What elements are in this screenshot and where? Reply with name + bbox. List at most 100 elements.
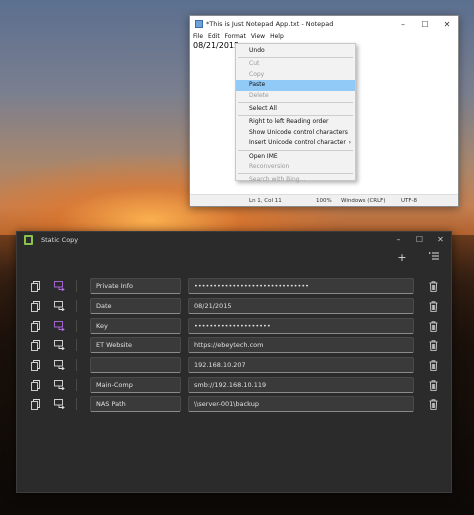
context-menu-item-label: Cut — [249, 60, 260, 68]
context-menu-item-label: Undo — [249, 47, 265, 54]
menu-format[interactable]: Format — [225, 33, 246, 40]
static-copy-window: Static Copy – ☐ ✕ + Private Info ••••••••… — [16, 231, 452, 493]
menu-edit[interactable]: Edit — [208, 33, 220, 40]
context-menu-item[interactable]: Paste — [236, 80, 355, 91]
trash-icon[interactable] — [427, 299, 439, 313]
minimize-icon[interactable]: – — [392, 16, 414, 32]
minimize-icon[interactable]: – — [388, 232, 409, 248]
context-menu-item[interactable]: Open IME — [236, 152, 355, 162]
copy-icon[interactable] — [29, 397, 41, 411]
list-menu-icon[interactable] — [427, 251, 441, 265]
menu-file[interactable]: File — [193, 33, 203, 40]
entry-row: NAS Path \\server-001\backup — [17, 396, 453, 412]
close-icon[interactable]: ✕ — [430, 232, 451, 248]
context-menu-item[interactable]: Select All — [236, 104, 355, 114]
row-divider — [76, 320, 77, 332]
entry-value-field[interactable]: 192.168.10.207 — [188, 357, 414, 373]
copy-icon[interactable] — [29, 279, 41, 293]
trash-icon[interactable] — [427, 358, 439, 372]
entry-label-field[interactable] — [90, 357, 181, 373]
entry-row: Main-Comp smb://192.168.10.119 — [17, 377, 453, 393]
send-to-window-icon[interactable] — [53, 378, 65, 392]
notepad-statusbar: Ln 1, Col 11 100% Windows (CRLF) UTF-8 — [190, 194, 458, 206]
plus-icon[interactable]: + — [395, 251, 409, 265]
context-menu-item-label: Open IME — [249, 152, 278, 160]
menu-separator — [238, 149, 353, 151]
notepad-menubar: File Edit Format View Help — [190, 32, 458, 41]
copy-icon[interactable] — [29, 378, 41, 392]
maximize-icon[interactable]: ☐ — [409, 232, 430, 248]
context-menu-item: Search with Bing... — [236, 175, 355, 185]
entry-row: Key •••••••••••••••••••• — [17, 318, 453, 334]
menu-separator — [238, 173, 353, 175]
context-menu-item-label: Paste — [249, 81, 266, 89]
context-menu-item[interactable]: Right to left Reading order — [236, 117, 355, 127]
static-copy-title: Static Copy — [41, 235, 79, 244]
copy-icon[interactable] — [29, 299, 41, 313]
trash-icon[interactable] — [427, 319, 439, 333]
menu-separator — [238, 57, 353, 59]
entry-label-field[interactable]: ET Website — [90, 337, 181, 353]
static-copy-logo-icon — [24, 234, 33, 245]
edit-context-menu: Undo Cut Copy Paste Delete Select All Right to… — [235, 43, 356, 183]
row-divider — [76, 359, 77, 371]
trash-icon[interactable] — [427, 378, 439, 392]
trash-icon[interactable] — [427, 279, 439, 293]
entry-label-field[interactable]: Private Info — [90, 278, 181, 294]
status-position: Ln 1, Col 11 — [249, 197, 282, 204]
context-menu-item-label: Show Unicode control characters — [249, 128, 348, 136]
trash-icon[interactable] — [427, 397, 439, 411]
menu-help[interactable]: Help — [270, 33, 284, 40]
send-to-window-icon[interactable] — [53, 299, 65, 313]
send-to-window-icon[interactable] — [53, 397, 65, 411]
entry-value-field[interactable]: \\server-001\backup — [188, 396, 414, 412]
entry-row: ET Website https://ebeytech.com — [17, 337, 453, 353]
notepad-title: *This is Just Notepad App.txt - Notepad — [206, 20, 334, 28]
copy-icon[interactable] — [29, 338, 41, 352]
row-divider — [76, 379, 77, 391]
context-menu-item-label: Insert Unicode control character — [249, 139, 346, 147]
status-encoding: UTF-8 — [401, 197, 418, 204]
context-menu-item-label: Copy — [249, 70, 265, 78]
notepad-titlebar[interactable]: *This is Just Notepad App.txt - Notepad … — [190, 16, 458, 32]
row-divider — [76, 339, 77, 351]
context-menu-item-label: Right to left Reading order — [249, 118, 329, 126]
send-to-window-icon[interactable] — [53, 338, 65, 352]
copy-icon[interactable] — [29, 319, 41, 333]
entry-label-field[interactable]: Key — [90, 318, 181, 334]
entry-row: Date 08/21/2015 — [17, 298, 453, 314]
row-divider — [76, 300, 77, 312]
menu-separator — [238, 115, 353, 117]
context-menu-item-label: Delete — [249, 91, 269, 99]
context-menu-item[interactable]: Show Unicode control characters — [236, 128, 355, 138]
context-menu-item-label: Reconversion — [249, 162, 290, 170]
row-divider — [76, 280, 77, 292]
context-menu-item-label: Search with Bing... — [249, 176, 306, 184]
send-to-window-icon[interactable] — [53, 319, 65, 333]
entry-row: Private Info ••••••••••••••••••••••••••••… — [17, 278, 453, 294]
notepad-app-icon — [195, 20, 203, 28]
entry-label-field[interactable]: NAS Path — [90, 396, 181, 412]
entry-value-field[interactable]: •••••••••••••••••••• — [188, 318, 414, 334]
context-menu-item[interactable]: Undo — [236, 46, 355, 56]
static-copy-titlebar[interactable]: Static Copy – ☐ ✕ — [17, 232, 451, 247]
context-menu-item: Cut — [236, 59, 355, 69]
entry-value-field[interactable]: https://ebeytech.com — [188, 337, 414, 353]
entry-row: 192.168.10.207 — [17, 357, 453, 373]
context-menu-item[interactable]: Insert Unicode control character › — [236, 138, 355, 148]
trash-icon[interactable] — [427, 338, 439, 352]
entry-label-field[interactable]: Date — [90, 298, 181, 314]
context-menu-item-label: Select All — [249, 104, 277, 112]
entry-value-field[interactable]: •••••••••••••••••••••••••••••• — [188, 278, 414, 294]
entry-value-field[interactable]: smb://192.168.10.119 — [188, 377, 414, 393]
entry-value-field[interactable]: 08/21/2015 — [188, 298, 414, 314]
close-icon[interactable]: ✕ — [436, 16, 458, 32]
send-to-window-icon[interactable] — [53, 358, 65, 372]
maximize-icon[interactable]: ☐ — [414, 16, 436, 32]
send-to-window-icon[interactable] — [53, 279, 65, 293]
menu-view[interactable]: View — [251, 33, 265, 40]
copy-icon[interactable] — [29, 358, 41, 372]
context-menu-item: Copy — [236, 70, 355, 80]
status-zoom: 100% — [316, 197, 332, 204]
entry-label-field[interactable]: Main-Comp — [90, 377, 181, 393]
